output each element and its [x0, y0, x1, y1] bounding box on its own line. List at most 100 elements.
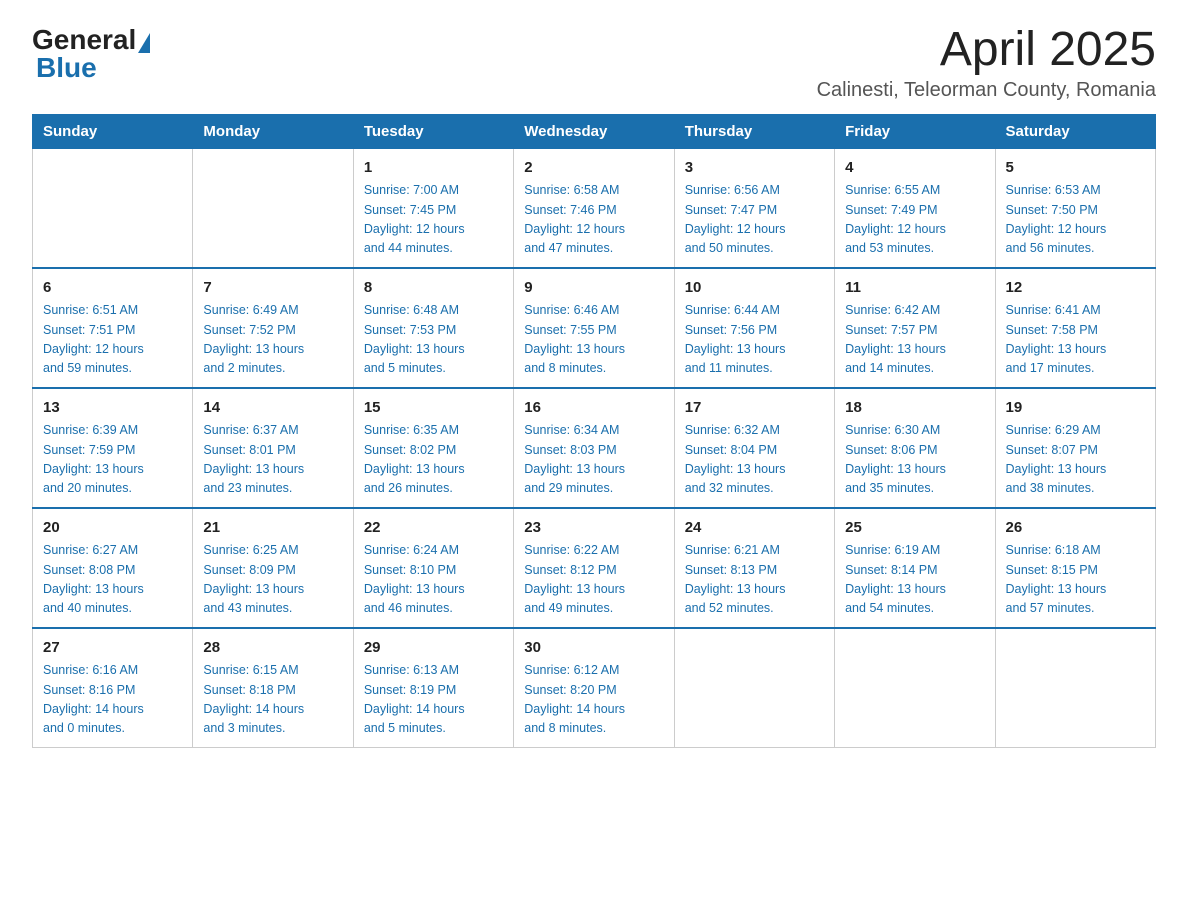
- calendar-day-cell: 21Sunrise: 6:25 AMSunset: 8:09 PMDayligh…: [193, 508, 353, 628]
- calendar-day-cell: 26Sunrise: 6:18 AMSunset: 8:15 PMDayligh…: [995, 508, 1155, 628]
- day-info: Sunrise: 6:37 AMSunset: 8:01 PMDaylight:…: [203, 421, 342, 499]
- day-info: Sunrise: 6:44 AMSunset: 7:56 PMDaylight:…: [685, 301, 824, 379]
- day-number: 16: [524, 397, 663, 420]
- calendar-day-cell: 10Sunrise: 6:44 AMSunset: 7:56 PMDayligh…: [674, 268, 834, 388]
- day-number: 20: [43, 517, 182, 540]
- day-info: Sunrise: 6:39 AMSunset: 7:59 PMDaylight:…: [43, 421, 182, 499]
- calendar-day-header: Wednesday: [514, 114, 674, 148]
- calendar-day-cell: 25Sunrise: 6:19 AMSunset: 8:14 PMDayligh…: [835, 508, 995, 628]
- calendar-day-header: Friday: [835, 114, 995, 148]
- calendar-day-cell: 6Sunrise: 6:51 AMSunset: 7:51 PMDaylight…: [33, 268, 193, 388]
- day-info: Sunrise: 6:24 AMSunset: 8:10 PMDaylight:…: [364, 541, 503, 619]
- calendar-day-cell: 3Sunrise: 6:56 AMSunset: 7:47 PMDaylight…: [674, 148, 834, 268]
- day-info: Sunrise: 6:25 AMSunset: 8:09 PMDaylight:…: [203, 541, 342, 619]
- day-info: Sunrise: 6:30 AMSunset: 8:06 PMDaylight:…: [845, 421, 984, 499]
- day-number: 10: [685, 277, 824, 300]
- day-info: Sunrise: 6:51 AMSunset: 7:51 PMDaylight:…: [43, 301, 182, 379]
- day-number: 1: [364, 157, 503, 180]
- day-number: 28: [203, 637, 342, 660]
- logo: General Blue: [32, 24, 150, 84]
- day-info: Sunrise: 6:19 AMSunset: 8:14 PMDaylight:…: [845, 541, 984, 619]
- calendar-day-cell: [674, 628, 834, 748]
- day-number: 22: [364, 517, 503, 540]
- calendar-week-row: 13Sunrise: 6:39 AMSunset: 7:59 PMDayligh…: [33, 388, 1156, 508]
- day-info: Sunrise: 6:34 AMSunset: 8:03 PMDaylight:…: [524, 421, 663, 499]
- calendar-day-cell: 24Sunrise: 6:21 AMSunset: 8:13 PMDayligh…: [674, 508, 834, 628]
- day-info: Sunrise: 6:18 AMSunset: 8:15 PMDaylight:…: [1006, 541, 1145, 619]
- day-number: 4: [845, 157, 984, 180]
- title-block: April 2025 Calinesti, Teleorman County, …: [817, 24, 1156, 102]
- day-info: Sunrise: 6:21 AMSunset: 8:13 PMDaylight:…: [685, 541, 824, 619]
- day-info: Sunrise: 6:56 AMSunset: 7:47 PMDaylight:…: [685, 181, 824, 259]
- calendar-header-row: SundayMondayTuesdayWednesdayThursdayFrid…: [33, 114, 1156, 148]
- calendar-day-cell: 16Sunrise: 6:34 AMSunset: 8:03 PMDayligh…: [514, 388, 674, 508]
- day-number: 17: [685, 397, 824, 420]
- calendar-day-cell: 1Sunrise: 7:00 AMSunset: 7:45 PMDaylight…: [353, 148, 513, 268]
- calendar-day-cell: 29Sunrise: 6:13 AMSunset: 8:19 PMDayligh…: [353, 628, 513, 748]
- day-info: Sunrise: 6:12 AMSunset: 8:20 PMDaylight:…: [524, 661, 663, 739]
- day-number: 23: [524, 517, 663, 540]
- calendar-day-header: Tuesday: [353, 114, 513, 148]
- calendar-day-cell: 13Sunrise: 6:39 AMSunset: 7:59 PMDayligh…: [33, 388, 193, 508]
- day-info: Sunrise: 6:41 AMSunset: 7:58 PMDaylight:…: [1006, 301, 1145, 379]
- calendar-day-cell: 15Sunrise: 6:35 AMSunset: 8:02 PMDayligh…: [353, 388, 513, 508]
- calendar-day-cell: [193, 148, 353, 268]
- day-number: 9: [524, 277, 663, 300]
- calendar-day-cell: 4Sunrise: 6:55 AMSunset: 7:49 PMDaylight…: [835, 148, 995, 268]
- day-number: 11: [845, 277, 984, 300]
- day-number: 26: [1006, 517, 1145, 540]
- calendar-day-cell: 22Sunrise: 6:24 AMSunset: 8:10 PMDayligh…: [353, 508, 513, 628]
- calendar-day-cell: 11Sunrise: 6:42 AMSunset: 7:57 PMDayligh…: [835, 268, 995, 388]
- day-info: Sunrise: 6:46 AMSunset: 7:55 PMDaylight:…: [524, 301, 663, 379]
- day-info: Sunrise: 6:48 AMSunset: 7:53 PMDaylight:…: [364, 301, 503, 379]
- calendar-day-cell: 2Sunrise: 6:58 AMSunset: 7:46 PMDaylight…: [514, 148, 674, 268]
- calendar-table: SundayMondayTuesdayWednesdayThursdayFrid…: [32, 114, 1156, 748]
- calendar-day-cell: 19Sunrise: 6:29 AMSunset: 8:07 PMDayligh…: [995, 388, 1155, 508]
- day-number: 30: [524, 637, 663, 660]
- day-number: 7: [203, 277, 342, 300]
- day-number: 13: [43, 397, 182, 420]
- calendar-day-cell: 20Sunrise: 6:27 AMSunset: 8:08 PMDayligh…: [33, 508, 193, 628]
- day-info: Sunrise: 6:42 AMSunset: 7:57 PMDaylight:…: [845, 301, 984, 379]
- calendar-day-cell: 23Sunrise: 6:22 AMSunset: 8:12 PMDayligh…: [514, 508, 674, 628]
- day-info: Sunrise: 6:29 AMSunset: 8:07 PMDaylight:…: [1006, 421, 1145, 499]
- page-title: April 2025: [817, 24, 1156, 77]
- day-number: 15: [364, 397, 503, 420]
- day-number: 21: [203, 517, 342, 540]
- day-number: 6: [43, 277, 182, 300]
- day-info: Sunrise: 6:13 AMSunset: 8:19 PMDaylight:…: [364, 661, 503, 739]
- day-number: 25: [845, 517, 984, 540]
- day-number: 12: [1006, 277, 1145, 300]
- page-subtitle: Calinesti, Teleorman County, Romania: [817, 79, 1156, 102]
- calendar-week-row: 27Sunrise: 6:16 AMSunset: 8:16 PMDayligh…: [33, 628, 1156, 748]
- calendar-day-cell: 28Sunrise: 6:15 AMSunset: 8:18 PMDayligh…: [193, 628, 353, 748]
- day-number: 2: [524, 157, 663, 180]
- day-number: 27: [43, 637, 182, 660]
- calendar-day-cell: [33, 148, 193, 268]
- day-number: 19: [1006, 397, 1145, 420]
- calendar-week-row: 1Sunrise: 7:00 AMSunset: 7:45 PMDaylight…: [33, 148, 1156, 268]
- day-number: 8: [364, 277, 503, 300]
- calendar-day-cell: 5Sunrise: 6:53 AMSunset: 7:50 PMDaylight…: [995, 148, 1155, 268]
- day-info: Sunrise: 6:55 AMSunset: 7:49 PMDaylight:…: [845, 181, 984, 259]
- calendar-day-cell: [835, 628, 995, 748]
- day-info: Sunrise: 6:53 AMSunset: 7:50 PMDaylight:…: [1006, 181, 1145, 259]
- day-number: 18: [845, 397, 984, 420]
- day-info: Sunrise: 6:49 AMSunset: 7:52 PMDaylight:…: [203, 301, 342, 379]
- day-number: 24: [685, 517, 824, 540]
- calendar-day-header: Thursday: [674, 114, 834, 148]
- calendar-day-cell: [995, 628, 1155, 748]
- calendar-week-row: 20Sunrise: 6:27 AMSunset: 8:08 PMDayligh…: [33, 508, 1156, 628]
- calendar-day-header: Monday: [193, 114, 353, 148]
- calendar-day-cell: 30Sunrise: 6:12 AMSunset: 8:20 PMDayligh…: [514, 628, 674, 748]
- day-info: Sunrise: 7:00 AMSunset: 7:45 PMDaylight:…: [364, 181, 503, 259]
- calendar-day-cell: 17Sunrise: 6:32 AMSunset: 8:04 PMDayligh…: [674, 388, 834, 508]
- calendar-day-cell: 27Sunrise: 6:16 AMSunset: 8:16 PMDayligh…: [33, 628, 193, 748]
- day-number: 29: [364, 637, 503, 660]
- calendar-day-cell: 14Sunrise: 6:37 AMSunset: 8:01 PMDayligh…: [193, 388, 353, 508]
- calendar-week-row: 6Sunrise: 6:51 AMSunset: 7:51 PMDaylight…: [33, 268, 1156, 388]
- day-number: 3: [685, 157, 824, 180]
- calendar-day-cell: 18Sunrise: 6:30 AMSunset: 8:06 PMDayligh…: [835, 388, 995, 508]
- logo-blue-text: Blue: [36, 52, 97, 84]
- day-info: Sunrise: 6:22 AMSunset: 8:12 PMDaylight:…: [524, 541, 663, 619]
